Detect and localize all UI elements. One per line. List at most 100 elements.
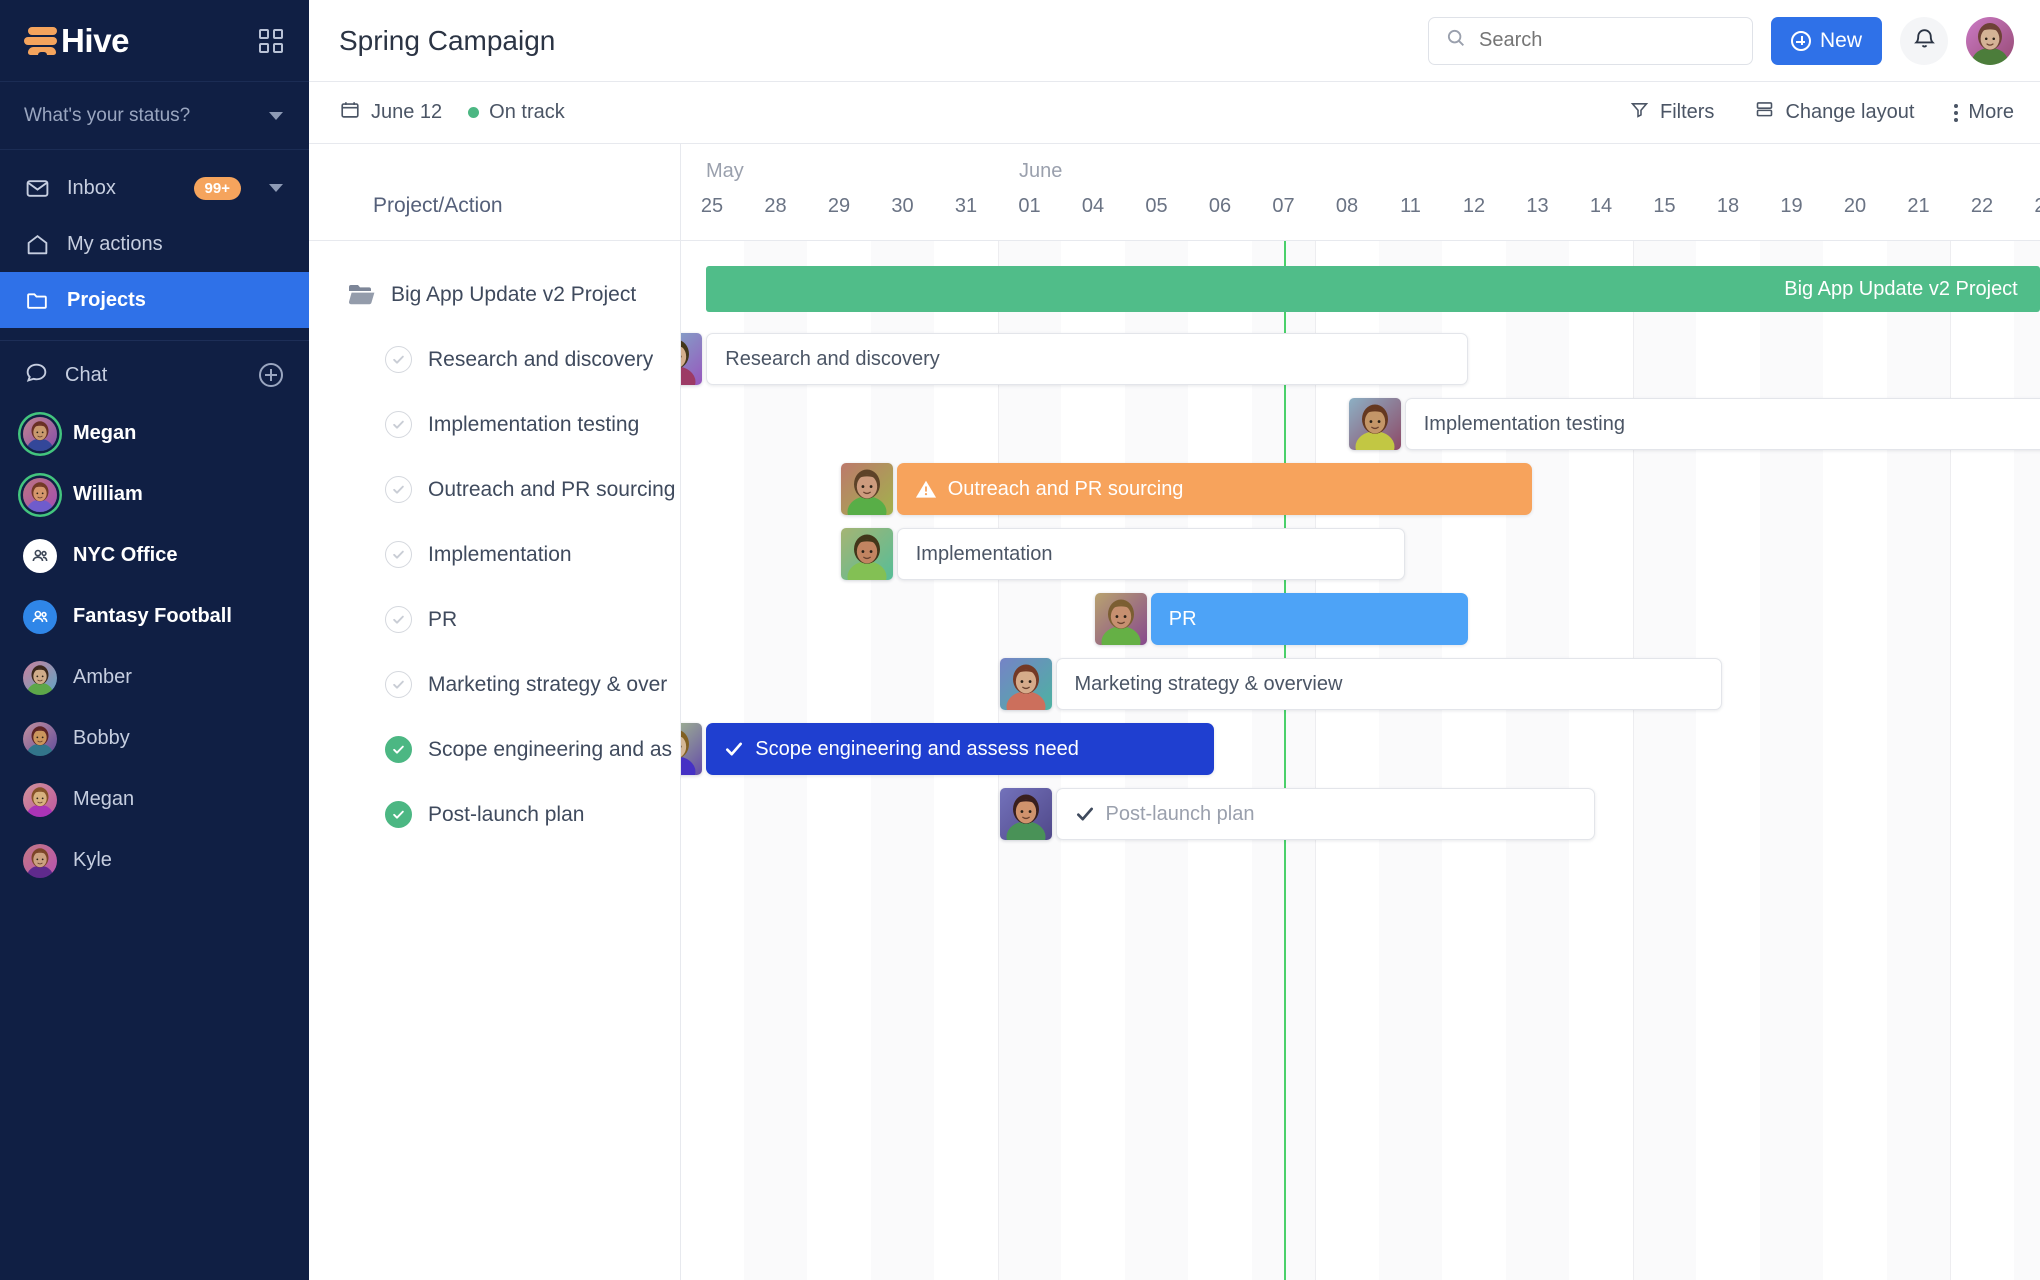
day-label: 12 [1462,195,1486,217]
app-root: Hive What's your status? Inbox 99+ My ac… [0,0,2040,1280]
assignee-avatar[interactable] [999,658,1052,710]
layout-icon [1754,99,1775,126]
assignee-avatar[interactable] [840,463,893,515]
sidebar-item-inbox[interactable]: Inbox 99+ [0,160,309,216]
checkbox-checked-icon[interactable] [385,736,412,763]
chat-item-kyle[interactable]: Kyle [0,830,309,891]
day-label: 06 [1208,195,1232,217]
sidebar-nav: Inbox 99+ My actions Projects Chat Megan… [0,150,309,891]
chat-item-amber[interactable]: Amber [0,647,309,708]
day-label: 04 [1081,195,1105,217]
task-row[interactable]: Post-launch plan [309,782,680,847]
gantt-bar[interactable]: Big App Update v2 Project [706,266,2040,312]
chevron-down-icon [269,111,283,120]
gantt-bar[interactable]: Implementation [896,528,1405,580]
gantt-bar-label: Post-launch plan [1105,802,1255,825]
notifications-button[interactable] [1900,16,1948,65]
gantt-timeline: May June 25 28 29 30 31 01 04 05 06 07 08 11 12 13 14 15 1… [681,144,2040,1280]
checkbox-icon[interactable] [385,411,412,438]
hive-logo[interactable]: Hive [24,22,130,60]
day-label: 07 [1272,195,1295,217]
task-row[interactable]: Implementation [309,522,680,587]
folder-icon [24,287,51,314]
chat-item-william[interactable]: William [0,464,309,525]
assignee-avatar[interactable] [999,788,1052,840]
toolbar-right-actions: Filters Change layout More [1629,99,2014,126]
gantt-bar[interactable]: PR [1150,593,1469,645]
checkbox-checked-icon[interactable] [385,801,412,828]
chat-item-label: Fantasy Football [73,605,232,627]
task-row[interactable]: PR [309,587,680,652]
chat-item-bobby[interactable]: Bobby [0,708,309,769]
sidebar: Hive What's your status? Inbox 99+ My ac… [0,0,309,1280]
chevron-down-icon[interactable] [269,184,283,192]
avatar[interactable] [1966,16,2014,65]
chat-item-label: Megan [73,788,135,810]
task-name: Big App Update v2 Project [391,282,637,306]
task-row[interactable]: Outreach and PR sourcing [309,457,680,522]
search-input[interactable] [1478,29,1736,52]
gantt-bar[interactable]: Post-launch plan [1055,788,1596,840]
day-label: 21 [1907,195,1930,217]
home-icon [24,231,51,258]
task-row[interactable]: Marketing strategy & over [309,652,680,717]
task-row[interactable]: Research and discovery [309,327,680,392]
day-label: 13 [1526,195,1549,217]
assignee-avatar[interactable] [681,333,703,385]
gantt-bar[interactable]: Outreach and PR sourcing [896,463,1532,515]
gantt-bars: Big App Update v2 Project Research and di… [681,262,2040,1280]
sidebar-divider [0,340,309,341]
sidebar-item-label: Projects [67,288,146,311]
chat-item-label: Amber [73,666,132,688]
task-name: Implementation [428,542,572,566]
assignee-avatar[interactable] [840,528,893,580]
task-row[interactable]: Scope engineering and as [309,717,680,782]
filters-button[interactable]: Filters [1629,99,1714,126]
status-dot-icon [468,107,480,118]
sidebar-item-projects[interactable]: Projects [0,272,309,328]
gantt-bar-row: Post-launch plan [681,782,2040,847]
chat-item-megan[interactable]: Megan [0,403,309,464]
gantt-bar-label: Implementation testing [1423,412,1625,435]
chat-item-label: Megan [73,422,137,444]
gantt-bar[interactable]: Implementation testing [1404,398,2040,450]
plus-circle-icon[interactable] [259,363,283,387]
avatar [23,477,57,512]
assignee-avatar[interactable] [681,723,703,775]
check-icon [1075,804,1095,824]
more-button[interactable]: More [1954,101,2014,124]
gantt-bar[interactable]: Scope engineering and assess need [706,723,1215,775]
task-name: Scope engineering and as [428,737,673,761]
envelope-icon [24,175,51,202]
project-date[interactable]: June 12 [339,99,442,127]
checkbox-icon[interactable] [385,671,412,698]
sidebar-item-my-actions[interactable]: My actions [0,216,309,272]
new-button[interactable]: New [1770,16,1882,65]
chat-item-megan[interactable]: Megan [0,769,309,830]
gantt-bar[interactable]: Research and discovery [706,333,1469,385]
app-grid-icon[interactable] [259,28,283,53]
chat-item-label: Kyle [73,849,112,871]
status-badge[interactable]: On track [468,101,565,124]
checkbox-icon[interactable] [385,541,412,568]
gantt-bar[interactable]: Marketing strategy & overview [1055,658,1723,710]
sidebar-chat-header[interactable]: Chat [0,347,309,403]
checkbox-icon[interactable] [385,476,412,503]
kebab-menu-icon [1954,103,1959,122]
task-row[interactable]: Big App Update v2 Project [309,262,680,327]
search-box[interactable] [1427,16,1753,65]
day-label: 11 [1400,195,1421,217]
chat-item-fantasy-football[interactable]: Fantasy Football [0,586,309,647]
change-layout-button[interactable]: Change layout [1754,99,1914,126]
chat-item-nyc-office[interactable]: NYC Office [0,525,309,586]
status-selector[interactable]: What's your status? [0,82,309,150]
assignee-avatar[interactable] [1348,398,1401,450]
day-label: 29 [827,195,851,217]
gantt-bar-row: Outreach and PR sourcing [681,457,2040,522]
new-button-label: New [1819,28,1862,52]
day-label: 18 [1716,195,1740,217]
checkbox-icon[interactable] [385,346,412,373]
checkbox-icon[interactable] [385,606,412,633]
task-row[interactable]: Implementation testing [309,392,680,457]
assignee-avatar[interactable] [1094,593,1147,645]
